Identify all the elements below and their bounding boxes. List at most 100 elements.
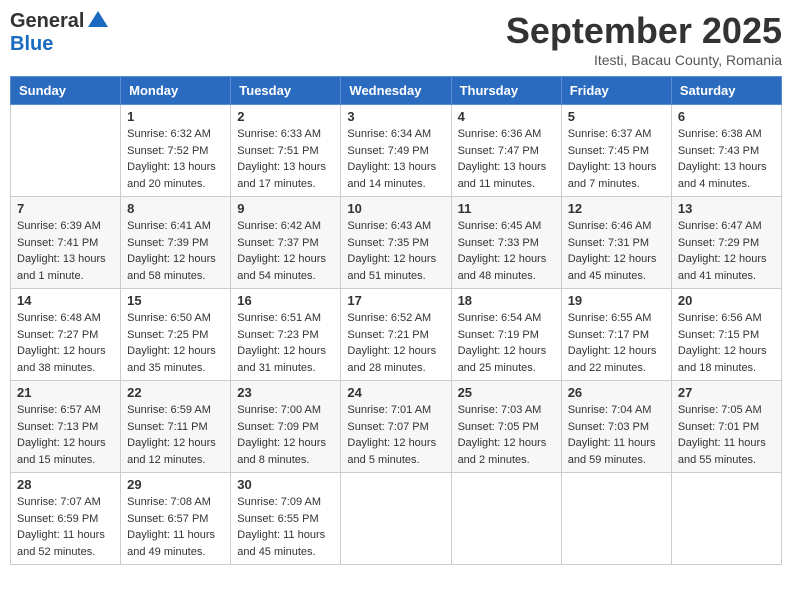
day-info: Sunrise: 7:09 AMSunset: 6:55 PMDaylight:… [237,494,334,560]
calendar-cell: 26Sunrise: 7:04 AMSunset: 7:03 PMDayligh… [561,381,671,473]
day-number: 24 [347,385,444,400]
weekday-header-wednesday: Wednesday [341,77,451,105]
day-number: 10 [347,201,444,216]
page-header: General Blue September 2025 Itesti, Baca… [10,10,782,68]
logo-triangle-icon [88,11,108,32]
calendar-cell: 7 Sunrise: 6:39 AMSunset: 7:41 PMDaylight… [11,197,121,289]
calendar-cell [11,105,121,197]
calendar-cell: 18Sunrise: 6:54 AMSunset: 7:19 PMDayligh… [451,289,561,381]
calendar-cell: 20 Sunrise: 6:56 AMSunset: 7:15 PMDayligh… [671,289,781,381]
day-number: 30 [237,477,334,492]
location: Itesti, Bacau County, Romania [506,52,782,68]
day-number: 19 [568,293,665,308]
calendar-week-row: 14 Sunrise: 6:48 AMSunset: 7:27 PMDayligh… [11,289,782,381]
logo-general-text: General [10,10,84,33]
calendar-cell: 3 Sunrise: 6:34 AMSunset: 7:49 PMDaylight… [341,105,451,197]
calendar-cell: 4Sunrise: 6:36 AMSunset: 7:47 PMDaylight… [451,105,561,197]
day-number: 25 [458,385,555,400]
calendar-cell: 6 Sunrise: 6:38 AMSunset: 7:43 PMDaylight… [671,105,781,197]
calendar-cell: 19 Sunrise: 6:55 AMSunset: 7:17 PMDayligh… [561,289,671,381]
calendar-week-row: 7 Sunrise: 6:39 AMSunset: 7:41 PMDaylight… [11,197,782,289]
calendar-cell [671,473,781,565]
calendar-cell: 17Sunrise: 6:52 AMSunset: 7:21 PMDayligh… [341,289,451,381]
day-number: 9 [237,201,334,216]
day-info: Sunrise: 6:56 AMSunset: 7:15 PMDaylight:… [678,310,775,376]
day-number: 12 [568,201,665,216]
day-number: 20 [678,293,775,308]
day-info: Sunrise: 6:36 AMSunset: 7:47 PMDaylight:… [458,126,555,192]
calendar-cell: 13Sunrise: 6:47 AMSunset: 7:29 PMDayligh… [671,197,781,289]
day-info: Sunrise: 6:46 AMSunset: 7:31 PMDaylight:… [568,218,665,284]
calendar-cell: 24 Sunrise: 7:01 AMSunset: 7:07 PMDayligh… [341,381,451,473]
calendar-cell [451,473,561,565]
calendar-cell: 29 Sunrise: 7:08 AMSunset: 6:57 PMDayligh… [121,473,231,565]
day-number: 6 [678,109,775,124]
month-title: September 2025 [506,10,782,52]
day-info: Sunrise: 7:07 AMSunset: 6:59 PMDaylight:… [17,494,114,560]
day-info: Sunrise: 6:52 AMSunset: 7:21 PMDaylight:… [347,310,444,376]
day-number: 15 [127,293,224,308]
day-number: 7 [17,201,114,216]
calendar-cell: 16 Sunrise: 6:51 AMSunset: 7:23 PMDayligh… [231,289,341,381]
weekday-header-monday: Monday [121,77,231,105]
day-number: 11 [458,201,555,216]
day-number: 5 [568,109,665,124]
calendar-cell: 22 Sunrise: 6:59 AMSunset: 7:11 PMDayligh… [121,381,231,473]
day-number: 23 [237,385,334,400]
calendar-cell: 8Sunrise: 6:41 AMSunset: 7:39 PMDaylight… [121,197,231,289]
weekday-header-tuesday: Tuesday [231,77,341,105]
weekday-header-row: SundayMondayTuesdayWednesdayThursdayFrid… [11,77,782,105]
day-info: Sunrise: 6:48 AMSunset: 7:27 PMDaylight:… [17,310,114,376]
calendar-table: SundayMondayTuesdayWednesdayThursdayFrid… [10,76,782,565]
weekday-header-sunday: Sunday [11,77,121,105]
calendar-cell: 5 Sunrise: 6:37 AMSunset: 7:45 PMDaylight… [561,105,671,197]
weekday-header-thursday: Thursday [451,77,561,105]
day-info: Sunrise: 6:37 AMSunset: 7:45 PMDaylight:… [568,126,665,192]
day-number: 3 [347,109,444,124]
day-info: Sunrise: 7:08 AMSunset: 6:57 PMDaylight:… [127,494,224,560]
calendar-cell [341,473,451,565]
day-info: Sunrise: 6:59 AMSunset: 7:11 PMDaylight:… [127,402,224,468]
calendar-cell: 9Sunrise: 6:42 AMSunset: 7:37 PMDaylight… [231,197,341,289]
day-info: Sunrise: 6:38 AMSunset: 7:43 PMDaylight:… [678,126,775,192]
day-info: Sunrise: 7:03 AMSunset: 7:05 PMDaylight:… [458,402,555,468]
calendar-week-row: 28Sunrise: 7:07 AMSunset: 6:59 PMDayligh… [11,473,782,565]
day-number: 27 [678,385,775,400]
calendar-cell: 2 Sunrise: 6:33 AMSunset: 7:51 PMDaylight… [231,105,341,197]
logo-blue-text: Blue [10,33,53,55]
day-info: Sunrise: 6:34 AMSunset: 7:49 PMDaylight:… [347,126,444,192]
day-info: Sunrise: 7:05 AMSunset: 7:01 PMDaylight:… [678,402,775,468]
day-number: 8 [127,201,224,216]
day-info: Sunrise: 6:39 AMSunset: 7:41 PMDaylight:… [17,218,114,284]
day-info: Sunrise: 6:51 AMSunset: 7:23 PMDaylight:… [237,310,334,376]
calendar-cell: 21Sunrise: 6:57 AMSunset: 7:13 PMDayligh… [11,381,121,473]
calendar-week-row: 21Sunrise: 6:57 AMSunset: 7:13 PMDayligh… [11,381,782,473]
day-number: 2 [237,109,334,124]
title-section: September 2025 Itesti, Bacau County, Rom… [506,10,782,68]
calendar-cell: 23 Sunrise: 7:00 AMSunset: 7:09 PMDayligh… [231,381,341,473]
calendar-week-row: 1Sunrise: 6:32 AMSunset: 7:52 PMDaylight… [11,105,782,197]
day-info: Sunrise: 6:54 AMSunset: 7:19 PMDaylight:… [458,310,555,376]
day-info: Sunrise: 7:04 AMSunset: 7:03 PMDaylight:… [568,402,665,468]
day-info: Sunrise: 7:00 AMSunset: 7:09 PMDaylight:… [237,402,334,468]
day-info: Sunrise: 6:50 AMSunset: 7:25 PMDaylight:… [127,310,224,376]
day-number: 14 [17,293,114,308]
calendar-cell: 11 Sunrise: 6:45 AMSunset: 7:33 PMDayligh… [451,197,561,289]
day-number: 1 [127,109,224,124]
calendar-cell [561,473,671,565]
day-number: 29 [127,477,224,492]
weekday-header-saturday: Saturday [671,77,781,105]
calendar-cell: 10 Sunrise: 6:43 AMSunset: 7:35 PMDayligh… [341,197,451,289]
day-info: Sunrise: 6:33 AMSunset: 7:51 PMDaylight:… [237,126,334,192]
day-number: 21 [17,385,114,400]
day-info: Sunrise: 6:55 AMSunset: 7:17 PMDaylight:… [568,310,665,376]
day-number: 22 [127,385,224,400]
logo: General Blue [10,10,108,56]
day-info: Sunrise: 6:47 AMSunset: 7:29 PMDaylight:… [678,218,775,284]
day-info: Sunrise: 6:43 AMSunset: 7:35 PMDaylight:… [347,218,444,284]
calendar-cell: 28Sunrise: 7:07 AMSunset: 6:59 PMDayligh… [11,473,121,565]
calendar-cell: 1Sunrise: 6:32 AMSunset: 7:52 PMDaylight… [121,105,231,197]
day-info: Sunrise: 7:01 AMSunset: 7:07 PMDaylight:… [347,402,444,468]
day-info: Sunrise: 6:45 AMSunset: 7:33 PMDaylight:… [458,218,555,284]
day-number: 16 [237,293,334,308]
